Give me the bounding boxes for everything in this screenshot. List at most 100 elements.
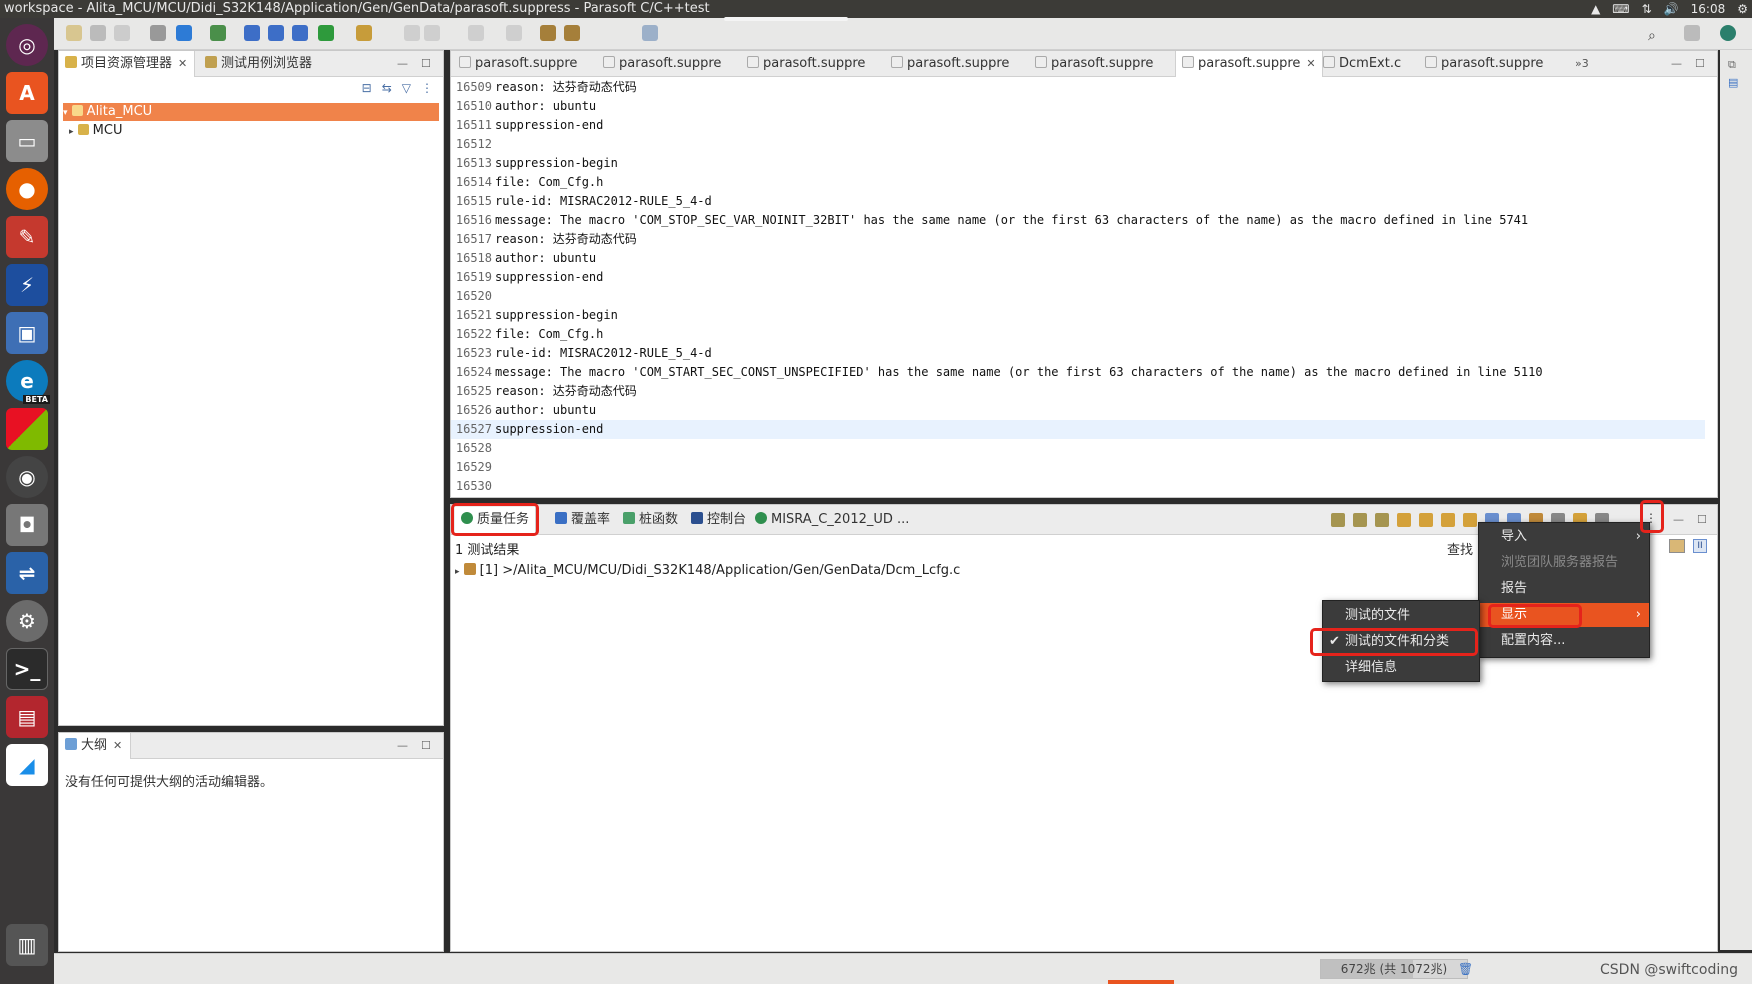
files-icon[interactable]: ▭ [6,120,48,162]
menu-item-report[interactable]: 报告 [1479,577,1649,601]
search-icon[interactable]: ⌕ [1648,25,1664,44]
code-line[interactable]: 16529 [451,458,1705,477]
editor-tab-active[interactable]: parasoft.suppre ✕ [1175,51,1323,77]
minimize-icon[interactable]: — [397,57,408,70]
find-label[interactable]: 查找 [1447,539,1473,558]
expand-arrow-icon[interactable]: ▾ [63,108,68,118]
code-line[interactable]: 16518 author: ubuntu [451,249,1705,268]
collapse-arrow-icon[interactable]: ▸ [455,567,460,577]
feishu-icon[interactable]: ◢ [6,744,48,786]
tab-outline[interactable]: 大纲 ✕ [59,733,132,759]
firefox-icon[interactable]: ● [6,168,48,210]
forward-icon[interactable] [564,25,580,41]
gc-trash-icon[interactable]: 🗑 [1458,962,1473,976]
code-line[interactable]: 16530 [451,477,1705,496]
run-icon[interactable] [176,25,192,41]
tree-item-alita-mcu[interactable]: ▾ Alita_MCU [63,103,439,121]
tab-test-case-browser[interactable]: 测试用例浏览器 [201,51,312,77]
maximize-icon[interactable]: ☐ [1695,57,1705,70]
code-line[interactable]: 16520 [451,287,1705,306]
parasoft-icon[interactable]: ⚡ [6,264,48,306]
editor-tab[interactable]: parasoft.suppre [891,51,1009,77]
code-line[interactable]: 16525 reason: 达芬奇动态代码 [451,382,1705,401]
next-icon[interactable] [1397,513,1411,527]
minimize-icon[interactable]: — [397,739,408,752]
edge-beta-icon[interactable]: e BETA [6,360,50,404]
code-line[interactable]: 16516 message: The macro 'COM_STOP_SEC_VA… [451,211,1705,230]
tree-item-mcu[interactable]: ▸ MCU [69,122,122,140]
drag-handle[interactable] [724,17,848,21]
volume-icon[interactable]: 🔊 [1664,0,1679,18]
system-settings-icon[interactable]: ⚙ [6,600,48,642]
restore-icon[interactable]: ⧉ [1728,58,1736,72]
submenu-item-tested-files-and-categories[interactable]: ✔ 测试的文件和分类 [1323,630,1479,654]
terminal-icon[interactable]: >_ [6,648,48,690]
code-line[interactable]: 16524 message: The macro 'COM_START_SEC_C… [451,363,1705,382]
test-run-icon[interactable] [292,25,308,41]
code-area[interactable]: 16509 reason: 达芬奇动态代码 16510 author: ubuntu 1… [451,78,1717,497]
tab-project-explorer[interactable]: 项目资源管理器 ✕ [59,51,195,77]
link-editor-icon[interactable]: ⇆ [382,81,392,95]
tab-stubs[interactable]: 桩函数 [623,507,678,533]
bug-all-icon[interactable] [1375,513,1389,527]
save-icon[interactable] [90,25,106,41]
editor-tab[interactable]: parasoft.suppre [747,51,865,77]
annotation-icon[interactable] [468,25,484,41]
test-icon[interactable] [244,25,260,41]
nav-icon-2[interactable] [424,25,440,41]
heap-status[interactable]: 672兆 (共 1072兆) [1320,959,1468,979]
code-line[interactable]: 16513 suppression-begin [451,154,1705,173]
bug-filter-icon[interactable] [1353,513,1367,527]
menu-item-show[interactable]: 显示 › [1479,603,1649,627]
tab-quality-tasks[interactable]: 质量任务 [455,507,537,533]
menu-item-import[interactable]: 导入 › [1479,525,1649,549]
tab-misra[interactable]: MISRA_C_2012_UD ... [755,507,909,533]
minimize-icon[interactable]: — [1673,513,1684,526]
code-line[interactable]: 16522 file: Com_Cfg.h [451,325,1705,344]
network-icon[interactable]: ⇌ [6,552,48,594]
collapse-arrow-icon[interactable]: ▸ [69,127,74,137]
virtualbox-icon[interactable]: ▣ [6,312,48,354]
settings-tool-icon[interactable]: ✎ [6,216,48,258]
maximize-icon[interactable]: ☐ [421,57,431,70]
filter-icon[interactable]: ▽ [402,81,411,95]
code-line[interactable]: 16515 rule-id: MISRAC2012-RULE_5_4-d [451,192,1705,211]
red-app-icon[interactable]: ▤ [6,696,48,738]
close-icon[interactable]: ✕ [1306,57,1315,70]
layout-toggle-icon[interactable] [1669,539,1685,553]
ubuntu-dash-icon[interactable]: ◎ [6,24,48,66]
close-icon[interactable]: ✕ [178,57,187,70]
test-config-icon[interactable] [268,25,284,41]
maximize-icon[interactable]: ☐ [1697,513,1707,526]
network-icon[interactable]: ⇅ [1642,0,1652,18]
clock[interactable]: 16:08 [1691,0,1726,18]
code-line[interactable]: 16517 reason: 达芬奇动态代码 [451,230,1705,249]
submenu-item-tested-files[interactable]: 测试的文件 [1323,604,1479,628]
keyboard-icon[interactable]: ⌨ [1612,0,1629,18]
code-line[interactable]: 16521 suppression-begin [451,306,1705,325]
code-line[interactable]: 16528 [451,439,1705,458]
back-icon[interactable] [540,25,556,41]
tab-coverage[interactable]: 覆盖率 [555,507,610,533]
tab-console[interactable]: 控制台 [691,507,746,533]
new-icon[interactable] [66,25,82,41]
power-gear-icon[interactable]: ⚙ [1737,0,1748,18]
save-all-icon[interactable] [114,25,130,41]
maximize-icon[interactable]: ☐ [421,739,431,752]
open-external-icon[interactable] [642,25,658,41]
editor-tab[interactable]: parasoft.suppre [459,51,577,77]
menu-item-configure[interactable]: 配置内容... [1479,629,1649,653]
editor-tab[interactable]: DcmExt.c [1323,51,1401,77]
trash-icon[interactable]: ▥ [6,924,48,966]
code-line[interactable]: 16509 reason: 达芬奇动态代码 [451,78,1705,97]
code-line[interactable]: 16527 suppression-end [451,420,1705,439]
code-line[interactable]: 16510 author: ubuntu [451,97,1705,116]
collapse-all-icon[interactable]: ⊟ [362,81,372,95]
text-mode-icon[interactable]: II [1693,539,1707,553]
submenu-item-details[interactable]: 详细信息 [1323,656,1479,680]
tabs-overflow[interactable]: »3 [1575,51,1589,77]
camera-icon[interactable]: ◘ [6,504,48,546]
task-list-icon[interactable]: ▤ [1728,76,1738,89]
colored-blocks-icon[interactable] [6,408,48,450]
code-line[interactable]: 16526 author: ubuntu [451,401,1705,420]
